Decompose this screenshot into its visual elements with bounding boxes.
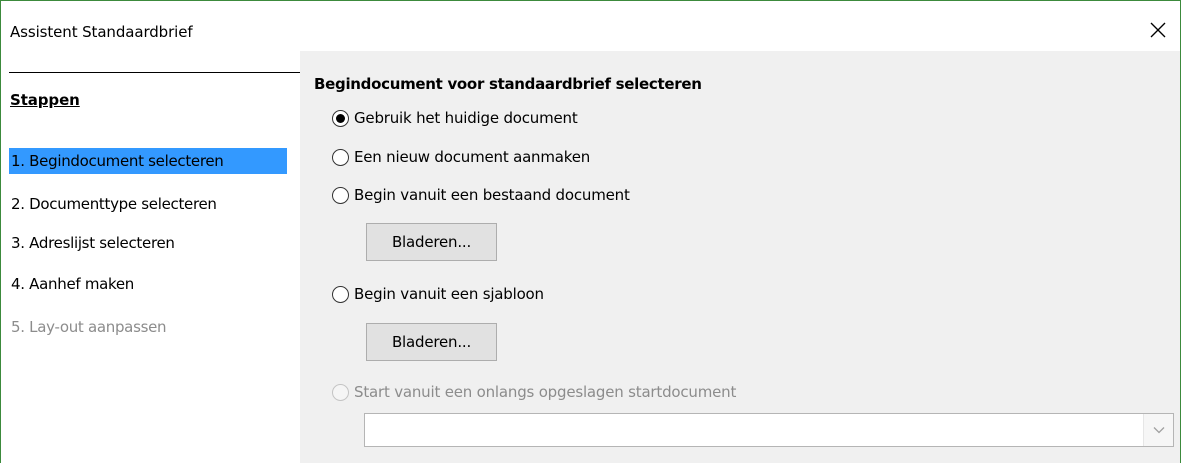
radio-recent-document: Start vanuit een onlangs opgeslagen star… <box>332 381 736 403</box>
close-button[interactable] <box>1136 13 1180 47</box>
combo-dropdown-button <box>1143 414 1173 446</box>
steps-heading: Stappen <box>10 91 80 109</box>
radio-label: Start vanuit een onlangs opgeslagen star… <box>354 383 737 401</box>
section-title: Begindocument voor standaardbrief select… <box>314 75 702 93</box>
radio-indicator <box>332 148 349 166</box>
step-item-adreslijst[interactable]: 3. Adreslijst selecteren <box>9 230 177 256</box>
step-item-layout: 5. Lay-out aanpassen <box>11 318 167 336</box>
chevron-down-icon <box>1153 427 1164 434</box>
radio-label: Begin vanuit een sjabloon <box>354 285 544 303</box>
radio-indicator <box>332 109 349 127</box>
radio-label: Een nieuw document aanmaken <box>354 148 591 166</box>
radio-template[interactable]: Begin vanuit een sjabloon <box>332 283 544 305</box>
step-content-panel: Begindocument voor standaardbrief select… <box>300 51 1180 463</box>
sidebar-divider <box>9 72 300 73</box>
steps-sidebar: Stappen 1. Begindocument selecteren 2. D… <box>1 51 300 463</box>
title-bar: Assistent Standaardbrief <box>1 1 1180 51</box>
step-item-documenttype[interactable]: 2. Documenttype selecteren <box>9 191 219 217</box>
radio-indicator <box>332 186 349 204</box>
close-icon <box>1150 22 1166 38</box>
browse-existing-button[interactable]: Bladeren... <box>366 223 497 261</box>
window-title: Assistent Standaardbrief <box>10 23 193 41</box>
radio-current-document[interactable]: Gebruik het huidige document <box>332 107 578 129</box>
radio-indicator <box>332 285 349 303</box>
radio-label: Gebruik het huidige document <box>354 109 578 127</box>
radio-existing-document[interactable]: Begin vanuit een bestaand document <box>332 184 630 206</box>
step-item-begindocument[interactable]: 1. Begindocument selecteren <box>9 148 287 174</box>
step-item-aanhef[interactable]: 4. Aanhef maken <box>9 271 136 297</box>
recent-document-select <box>364 413 1174 447</box>
radio-label: Begin vanuit een bestaand document <box>354 186 630 204</box>
mail-merge-wizard-window: Assistent Standaardbrief Stappen 1. Begi… <box>0 0 1181 463</box>
browse-template-button[interactable]: Bladeren... <box>366 323 497 361</box>
radio-indicator <box>332 383 349 401</box>
radio-new-document[interactable]: Een nieuw document aanmaken <box>332 146 590 168</box>
